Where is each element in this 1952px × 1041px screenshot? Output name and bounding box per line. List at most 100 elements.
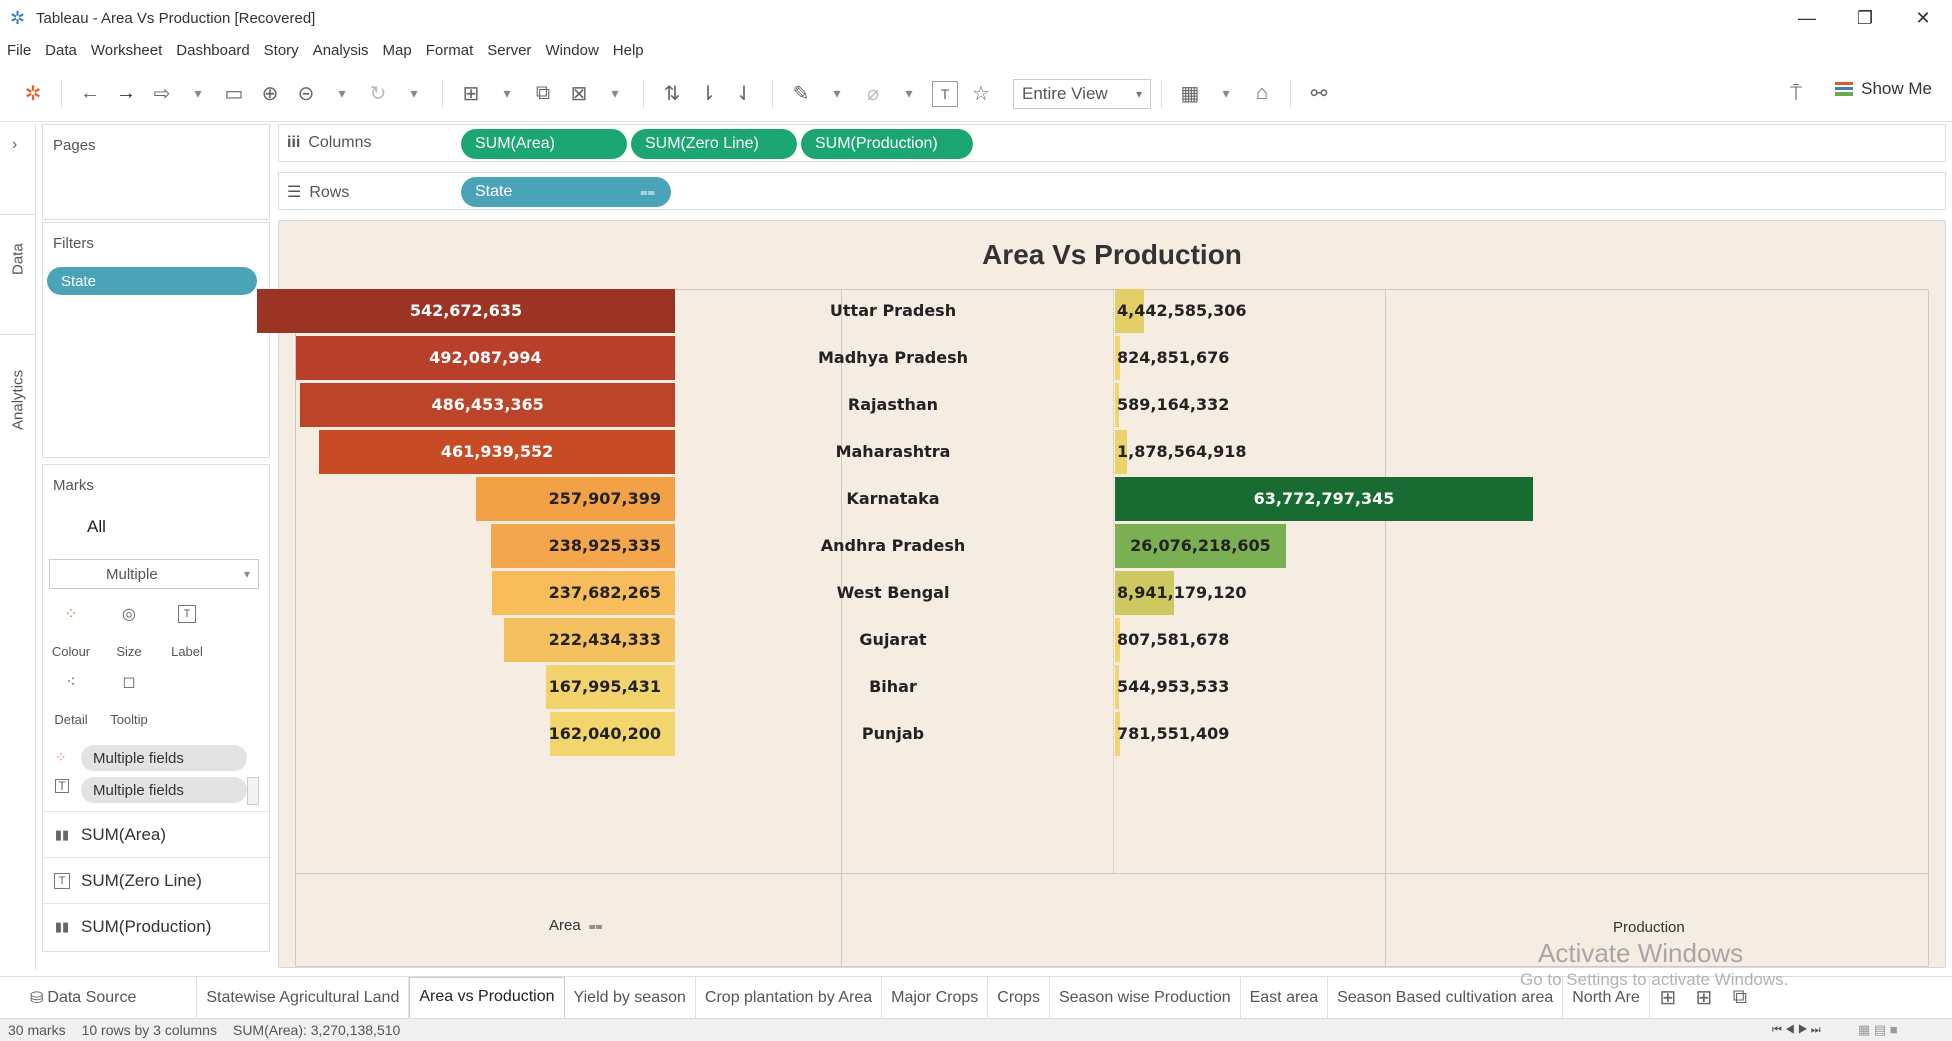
show-me-button[interactable]: Show Me	[1835, 79, 1932, 99]
label-button[interactable]: T Label	[167, 601, 207, 659]
columns-pill-area[interactable]: SUM(Area)	[461, 129, 627, 159]
chevron-down-icon[interactable]: ▾	[1213, 79, 1239, 109]
state-label[interactable]: Gujarat	[675, 630, 1111, 649]
rows-pill-state[interactable]: State ⩵	[461, 177, 671, 207]
state-label[interactable]: Rajasthan	[675, 395, 1111, 414]
tooltip-icon: ◻	[122, 674, 136, 691]
swap-axes-icon[interactable]: ⇅	[659, 79, 685, 109]
clear-sheet-icon[interactable]: ⊠	[566, 79, 592, 109]
restore-button[interactable]: ❐	[1836, 0, 1894, 36]
menu-item-format[interactable]: Format	[419, 42, 481, 59]
columns-pill-production[interactable]: SUM(Production)	[801, 129, 973, 159]
show-cards-icon[interactable]: ▦	[1177, 79, 1203, 109]
fit-view-select[interactable]: Entire View ▾	[1013, 78, 1151, 109]
menu-item-story[interactable]: Story	[257, 42, 306, 59]
production-bar-label: 781,551,409	[1117, 724, 1230, 743]
pin-marks-icon[interactable]: ⍑	[1783, 79, 1809, 109]
pane-divider	[841, 289, 842, 967]
chevron-down-icon[interactable]: ▾	[494, 79, 520, 109]
sheet-tab[interactable]: Season wise Production	[1050, 976, 1241, 1019]
columns-pill-zero-line[interactable]: SUM(Zero Line)	[631, 129, 797, 159]
sheet-tab[interactable]: Crop plantation by Area	[696, 976, 883, 1019]
share-icon[interactable]: ⚯	[1306, 79, 1332, 109]
chevron-down-icon[interactable]: ▾	[401, 79, 427, 109]
chevron-down-icon[interactable]: ▾	[185, 79, 211, 109]
analytics-tab[interactable]: Analytics	[0, 334, 36, 464]
tableau-home-icon[interactable]: ✲	[20, 79, 46, 109]
menu-item-worksheet[interactable]: Worksheet	[84, 42, 169, 59]
marks-measure-zero-line[interactable]: T SUM(Zero Line)	[43, 857, 271, 903]
rows-shelf[interactable]: ☰ Rows State ⩵	[278, 172, 1946, 210]
state-label[interactable]: Karnataka	[675, 489, 1111, 508]
viz-canvas[interactable]: Area Vs Production Area ⩵ Production 542,…	[257, 220, 1946, 968]
new-worksheet-icon[interactable]: ⊞	[458, 79, 484, 109]
presentation-mode-icon[interactable]: ⌂	[1249, 79, 1275, 109]
x-axis-label-production[interactable]: Production	[1613, 919, 1685, 936]
sheet-tab[interactable]: Statewise Agricultural Land	[197, 976, 410, 1019]
menu-item-window[interactable]: Window	[538, 42, 605, 59]
mark-type-select[interactable]: Multiple ▾	[49, 559, 259, 589]
refresh-icon[interactable]: ↻	[365, 79, 391, 109]
view-toggle-icons[interactable]: ▦ ▤ ■	[1858, 1022, 1898, 1038]
state-label[interactable]: Punjab	[675, 724, 1111, 743]
sheet-tab[interactable]: East area	[1241, 976, 1329, 1019]
data-source-tab[interactable]: ⛁ Data Source	[0, 976, 198, 1019]
pin-icon[interactable]: ☆	[968, 79, 994, 109]
close-button[interactable]: ✕	[1894, 0, 1952, 36]
state-label[interactable]: West Bengal	[675, 583, 1111, 602]
duplicate-sheet-icon[interactable]: ⧉	[530, 79, 556, 109]
size-button[interactable]: ◎ Size	[109, 601, 149, 659]
save-icon[interactable]: ▭	[221, 79, 247, 109]
colour-field-pill[interactable]: Multiple fields	[81, 745, 247, 771]
field-scrollbar[interactable]	[247, 777, 259, 805]
expand-chevron-icon[interactable]: ›	[12, 136, 17, 154]
forward-arrow-icon[interactable]: →	[113, 79, 139, 109]
highlight-icon[interactable]: ✎	[788, 79, 814, 109]
new-datasource-icon[interactable]: ⊕	[257, 79, 283, 109]
menu-item-file[interactable]: File	[0, 42, 38, 59]
sort-descending-icon[interactable]: ⇃	[731, 79, 757, 109]
filters-card[interactable]: Filters State	[42, 222, 270, 458]
redirect-icon[interactable]: ⇨	[149, 79, 175, 109]
colour-button[interactable]: ⁘ Colour	[51, 601, 91, 659]
state-label[interactable]: Bihar	[675, 677, 1111, 696]
menu-item-data[interactable]: Data	[38, 42, 84, 59]
minimize-button[interactable]: —	[1778, 0, 1836, 36]
chevron-down-icon[interactable]: ▾	[824, 79, 850, 109]
back-arrow-icon[interactable]: ←	[77, 79, 103, 109]
chevron-down-icon[interactable]: ▾	[329, 79, 355, 109]
detail-button[interactable]: ⁖ Detail	[51, 669, 91, 727]
window-title: Tableau - Area Vs Production [Recovered]	[36, 9, 316, 27]
sheet-tab[interactable]: Crops	[988, 976, 1050, 1019]
marks-measure-production[interactable]: ▮▮ SUM(Production)	[43, 903, 271, 949]
label-field-pill[interactable]: Multiple fields	[81, 777, 247, 803]
columns-shelf[interactable]: iii Columns SUM(Area) SUM(Zero Line) SUM(…	[278, 124, 1946, 162]
menu-item-server[interactable]: Server	[480, 42, 538, 59]
nav-first-icon[interactable]: ⏮ ◀ ▶ ⏭	[1772, 1024, 1821, 1037]
x-axis-label-area[interactable]: Area ⩵	[549, 917, 602, 934]
sort-ascending-icon[interactable]: ⇂	[695, 79, 721, 109]
menu-item-help[interactable]: Help	[606, 42, 651, 59]
state-label[interactable]: Maharashtra	[675, 442, 1111, 461]
group-members-icon[interactable]: ⌀	[860, 79, 886, 109]
state-label[interactable]: Andhra Pradesh	[675, 536, 1111, 555]
data-tab[interactable]: Data	[0, 214, 36, 304]
sheet-tab[interactable]: Area vs Production	[409, 976, 565, 1019]
menu-item-map[interactable]: Map	[376, 42, 419, 59]
marks-all-label[interactable]: All	[87, 517, 106, 537]
columns-label-text: Columns	[308, 134, 372, 151]
show-mark-labels-icon[interactable]: T	[932, 80, 958, 107]
tooltip-button[interactable]: ◻ Tooltip	[109, 669, 149, 727]
menu-item-analysis[interactable]: Analysis	[306, 42, 376, 59]
menu-item-dashboard[interactable]: Dashboard	[169, 42, 256, 59]
sheet-tab[interactable]: Major Crops	[882, 976, 989, 1019]
chevron-down-icon[interactable]: ▾	[896, 79, 922, 109]
pages-card[interactable]: Pages	[42, 124, 270, 220]
pause-datasource-icon[interactable]: ⊝	[293, 79, 319, 109]
filter-pill-state[interactable]: State	[47, 267, 257, 295]
state-label[interactable]: Madhya Pradesh	[675, 348, 1111, 367]
sheet-tab[interactable]: Yield by season	[565, 976, 696, 1019]
marks-measure-area[interactable]: ▮▮ SUM(Area)	[43, 811, 271, 857]
state-label[interactable]: Uttar Pradesh	[675, 301, 1111, 320]
chevron-down-icon[interactable]: ▾	[602, 79, 628, 109]
